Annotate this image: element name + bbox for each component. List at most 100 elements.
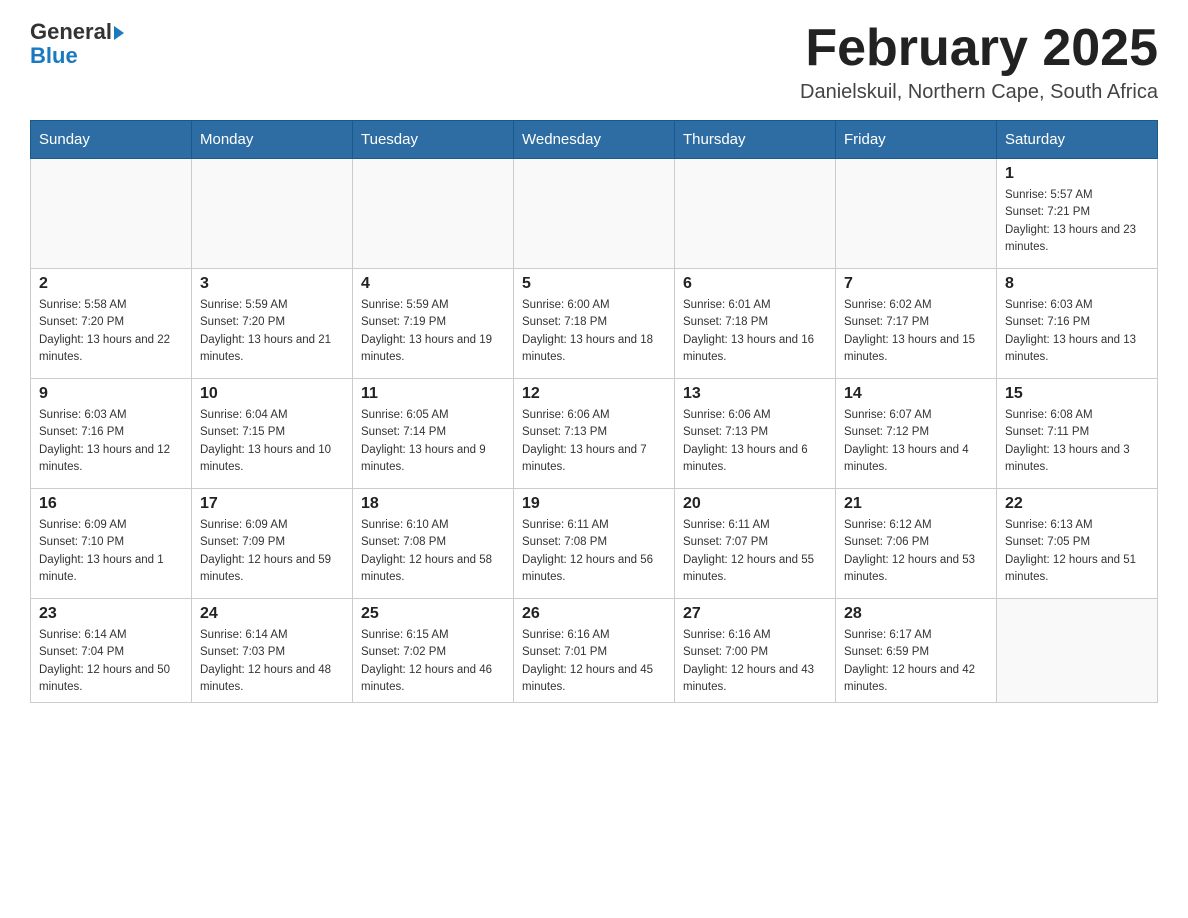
- weekday-header-saturday: Saturday: [997, 121, 1158, 159]
- day-info: Sunrise: 6:03 AMSunset: 7:16 PMDaylight:…: [1005, 297, 1149, 366]
- page-header: GeneralBlue February 2025 Danielskuil, N…: [30, 20, 1158, 104]
- calendar-cell: 18 Sunrise: 6:10 AMSunset: 7:08 PMDayligh…: [353, 489, 514, 599]
- calendar-cell: [31, 159, 192, 269]
- day-info: Sunrise: 5:59 AMSunset: 7:20 PMDaylight:…: [200, 297, 344, 366]
- day-info: Sunrise: 6:15 AMSunset: 7:02 PMDaylight:…: [361, 627, 505, 696]
- day-info: Sunrise: 6:06 AMSunset: 7:13 PMDaylight:…: [522, 407, 666, 476]
- weekday-header-sunday: Sunday: [31, 121, 192, 159]
- calendar-cell: 27 Sunrise: 6:16 AMSunset: 7:00 PMDayligh…: [675, 599, 836, 703]
- day-info: Sunrise: 5:57 AMSunset: 7:21 PMDaylight:…: [1005, 187, 1149, 256]
- day-info: Sunrise: 6:12 AMSunset: 7:06 PMDaylight:…: [844, 517, 988, 586]
- calendar-cell: 14Sunrise: 6:07 AMSunset: 7:12 PMDayligh…: [836, 379, 997, 489]
- day-number: 1: [1005, 165, 1149, 183]
- day-info: Sunrise: 6:09 AMSunset: 7:10 PMDaylight:…: [39, 517, 183, 586]
- calendar-cell: [514, 159, 675, 269]
- day-number: 13: [683, 385, 827, 403]
- calendar-cell: [836, 159, 997, 269]
- calendar-cell: 7 Sunrise: 6:02 AMSunset: 7:17 PMDaylight…: [836, 269, 997, 379]
- day-info: Sunrise: 6:00 AMSunset: 7:18 PMDaylight:…: [522, 297, 666, 366]
- day-number: 19: [522, 495, 666, 513]
- week-row-4: 16 Sunrise: 6:09 AMSunset: 7:10 PMDayligh…: [31, 489, 1158, 599]
- day-info: Sunrise: 6:11 AMSunset: 7:07 PMDaylight:…: [683, 517, 827, 586]
- day-info: Sunrise: 6:16 AMSunset: 7:01 PMDaylight:…: [522, 627, 666, 696]
- calendar-cell: 26 Sunrise: 6:16 AMSunset: 7:01 PMDayligh…: [514, 599, 675, 703]
- day-number: 5: [522, 275, 666, 293]
- day-info: Sunrise: 6:16 AMSunset: 7:00 PMDaylight:…: [683, 627, 827, 696]
- day-info: Sunrise: 6:10 AMSunset: 7:08 PMDaylight:…: [361, 517, 505, 586]
- day-number: 15: [1005, 385, 1149, 403]
- day-info: Sunrise: 6:05 AMSunset: 7:14 PMDaylight:…: [361, 407, 505, 476]
- day-info: Sunrise: 5:58 AMSunset: 7:20 PMDaylight:…: [39, 297, 183, 366]
- day-number: 23: [39, 605, 183, 623]
- day-info: Sunrise: 6:01 AMSunset: 7:18 PMDaylight:…: [683, 297, 827, 366]
- day-number: 4: [361, 275, 505, 293]
- day-info: Sunrise: 6:17 AMSunset: 6:59 PMDaylight:…: [844, 627, 988, 696]
- calendar-cell: 1 Sunrise: 5:57 AMSunset: 7:21 PMDaylight…: [997, 159, 1158, 269]
- day-number: 11: [361, 385, 505, 403]
- day-number: 3: [200, 275, 344, 293]
- day-number: 25: [361, 605, 505, 623]
- calendar-cell: 11 Sunrise: 6:05 AMSunset: 7:14 PMDayligh…: [353, 379, 514, 489]
- logo: GeneralBlue: [30, 20, 124, 68]
- calendar-cell: 2 Sunrise: 5:58 AMSunset: 7:20 PMDaylight…: [31, 269, 192, 379]
- week-row-2: 2 Sunrise: 5:58 AMSunset: 7:20 PMDaylight…: [31, 269, 1158, 379]
- day-number: 8: [1005, 275, 1149, 293]
- logo-blue-text: Blue: [30, 43, 78, 68]
- weekday-header-thursday: Thursday: [675, 121, 836, 159]
- day-number: 21: [844, 495, 988, 513]
- day-number: 18: [361, 495, 505, 513]
- calendar-cell: 28 Sunrise: 6:17 AMSunset: 6:59 PMDayligh…: [836, 599, 997, 703]
- day-info: Sunrise: 5:59 AMSunset: 7:19 PMDaylight:…: [361, 297, 505, 366]
- week-row-5: 23 Sunrise: 6:14 AMSunset: 7:04 PMDayligh…: [31, 599, 1158, 703]
- day-info: Sunrise: 6:06 AMSunset: 7:13 PMDaylight:…: [683, 407, 827, 476]
- day-number: 17: [200, 495, 344, 513]
- week-row-1: 1 Sunrise: 5:57 AMSunset: 7:21 PMDaylight…: [31, 159, 1158, 269]
- calendar-cell: 6 Sunrise: 6:01 AMSunset: 7:18 PMDaylight…: [675, 269, 836, 379]
- day-number: 2: [39, 275, 183, 293]
- day-number: 12: [522, 385, 666, 403]
- calendar-cell: 9 Sunrise: 6:03 AMSunset: 7:16 PMDaylight…: [31, 379, 192, 489]
- calendar-cell: [353, 159, 514, 269]
- day-info: Sunrise: 6:11 AMSunset: 7:08 PMDaylight:…: [522, 517, 666, 586]
- weekday-header-row: SundayMondayTuesdayWednesdayThursdayFrid…: [31, 121, 1158, 159]
- calendar-cell: 3 Sunrise: 5:59 AMSunset: 7:20 PMDaylight…: [192, 269, 353, 379]
- calendar-cell: [997, 599, 1158, 703]
- day-info: Sunrise: 6:04 AMSunset: 7:15 PMDaylight:…: [200, 407, 344, 476]
- day-number: 10: [200, 385, 344, 403]
- calendar-cell: 21 Sunrise: 6:12 AMSunset: 7:06 PMDayligh…: [836, 489, 997, 599]
- day-number: 16: [39, 495, 183, 513]
- day-number: 9: [39, 385, 183, 403]
- location-title: Danielskuil, Northern Cape, South Africa: [800, 81, 1158, 104]
- calendar-cell: 15Sunrise: 6:08 AMSunset: 7:11 PMDayligh…: [997, 379, 1158, 489]
- calendar-cell: 23 Sunrise: 6:14 AMSunset: 7:04 PMDayligh…: [31, 599, 192, 703]
- day-number: 27: [683, 605, 827, 623]
- day-number: 7: [844, 275, 988, 293]
- day-info: Sunrise: 6:03 AMSunset: 7:16 PMDaylight:…: [39, 407, 183, 476]
- day-number: 6: [683, 275, 827, 293]
- day-number: 24: [200, 605, 344, 623]
- day-info: Sunrise: 6:13 AMSunset: 7:05 PMDaylight:…: [1005, 517, 1149, 586]
- calendar-cell: 10 Sunrise: 6:04 AMSunset: 7:15 PMDayligh…: [192, 379, 353, 489]
- calendar-cell: 12 Sunrise: 6:06 AMSunset: 7:13 PMDayligh…: [514, 379, 675, 489]
- week-row-3: 9 Sunrise: 6:03 AMSunset: 7:16 PMDaylight…: [31, 379, 1158, 489]
- weekday-header-wednesday: Wednesday: [514, 121, 675, 159]
- calendar-cell: 5 Sunrise: 6:00 AMSunset: 7:18 PMDaylight…: [514, 269, 675, 379]
- title-area: February 2025 Danielskuil, Northern Cape…: [800, 20, 1158, 104]
- day-info: Sunrise: 6:07 AMSunset: 7:12 PMDaylight:…: [844, 407, 988, 476]
- calendar-cell: 19 Sunrise: 6:11 AMSunset: 7:08 PMDayligh…: [514, 489, 675, 599]
- weekday-header-monday: Monday: [192, 121, 353, 159]
- calendar-cell: 8 Sunrise: 6:03 AMSunset: 7:16 PMDaylight…: [997, 269, 1158, 379]
- day-info: Sunrise: 6:09 AMSunset: 7:09 PMDaylight:…: [200, 517, 344, 586]
- calendar-cell: [192, 159, 353, 269]
- weekday-header-tuesday: Tuesday: [353, 121, 514, 159]
- day-info: Sunrise: 6:02 AMSunset: 7:17 PMDaylight:…: [844, 297, 988, 366]
- day-number: 26: [522, 605, 666, 623]
- day-info: Sunrise: 6:14 AMSunset: 7:04 PMDaylight:…: [39, 627, 183, 696]
- calendar-cell: 13 Sunrise: 6:06 AMSunset: 7:13 PMDayligh…: [675, 379, 836, 489]
- calendar-cell: 4 Sunrise: 5:59 AMSunset: 7:19 PMDaylight…: [353, 269, 514, 379]
- day-info: Sunrise: 6:14 AMSunset: 7:03 PMDaylight:…: [200, 627, 344, 696]
- day-number: 28: [844, 605, 988, 623]
- calendar-cell: 22Sunrise: 6:13 AMSunset: 7:05 PMDayligh…: [997, 489, 1158, 599]
- calendar-cell: 16 Sunrise: 6:09 AMSunset: 7:10 PMDayligh…: [31, 489, 192, 599]
- month-title: February 2025: [800, 20, 1158, 77]
